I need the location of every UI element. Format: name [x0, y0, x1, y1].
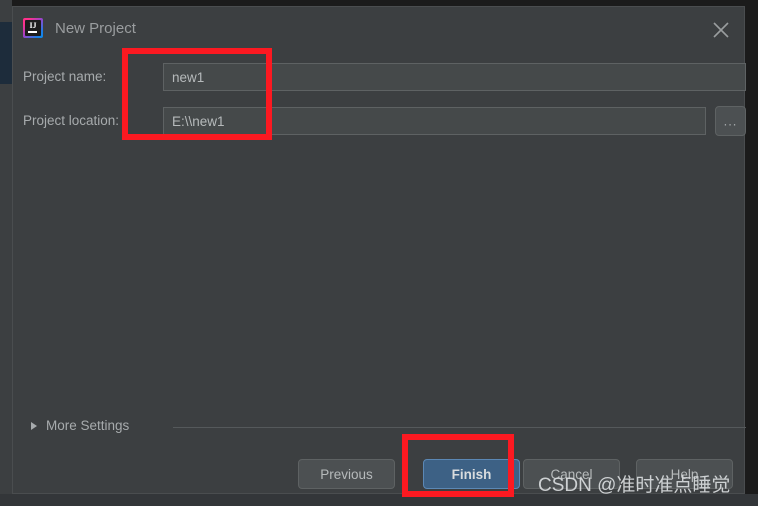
intellij-idea-icon-inner: IJ — [25, 20, 41, 36]
intellij-idea-icon: IJ — [23, 18, 43, 38]
project-name-label: Project name: — [23, 69, 107, 84]
new-project-dialog: IJ New Project Project name: Project loc… — [12, 6, 746, 494]
screen-root: IJ New Project Project name: Project loc… — [0, 0, 758, 506]
project-location-label: Project location: — [23, 113, 120, 128]
previous-button[interactable]: Previous — [298, 459, 395, 489]
more-settings-toggle[interactable]: More Settings — [31, 418, 129, 433]
browse-folder-button[interactable]: ... — [715, 106, 746, 136]
csdn-watermark: CSDN @准时准点睡觉 — [538, 475, 731, 496]
ide-left-accent-tab — [0, 22, 12, 84]
finish-button[interactable]: Finish — [423, 459, 520, 489]
intellij-idea-icon-text: IJ — [29, 21, 37, 30]
dialog-title: New Project — [55, 20, 136, 37]
intellij-idea-icon-bar — [28, 31, 37, 33]
chevron-right-icon — [31, 421, 37, 430]
dialog-titlebar: IJ New Project — [13, 7, 744, 51]
project-location-input[interactable] — [163, 107, 706, 135]
more-settings-label: More Settings — [46, 418, 130, 433]
ide-right-strip — [745, 0, 758, 494]
more-settings-separator — [173, 427, 746, 428]
project-name-input[interactable] — [163, 63, 746, 91]
ellipsis-icon: ... — [723, 113, 738, 129]
close-icon[interactable] — [708, 17, 734, 43]
